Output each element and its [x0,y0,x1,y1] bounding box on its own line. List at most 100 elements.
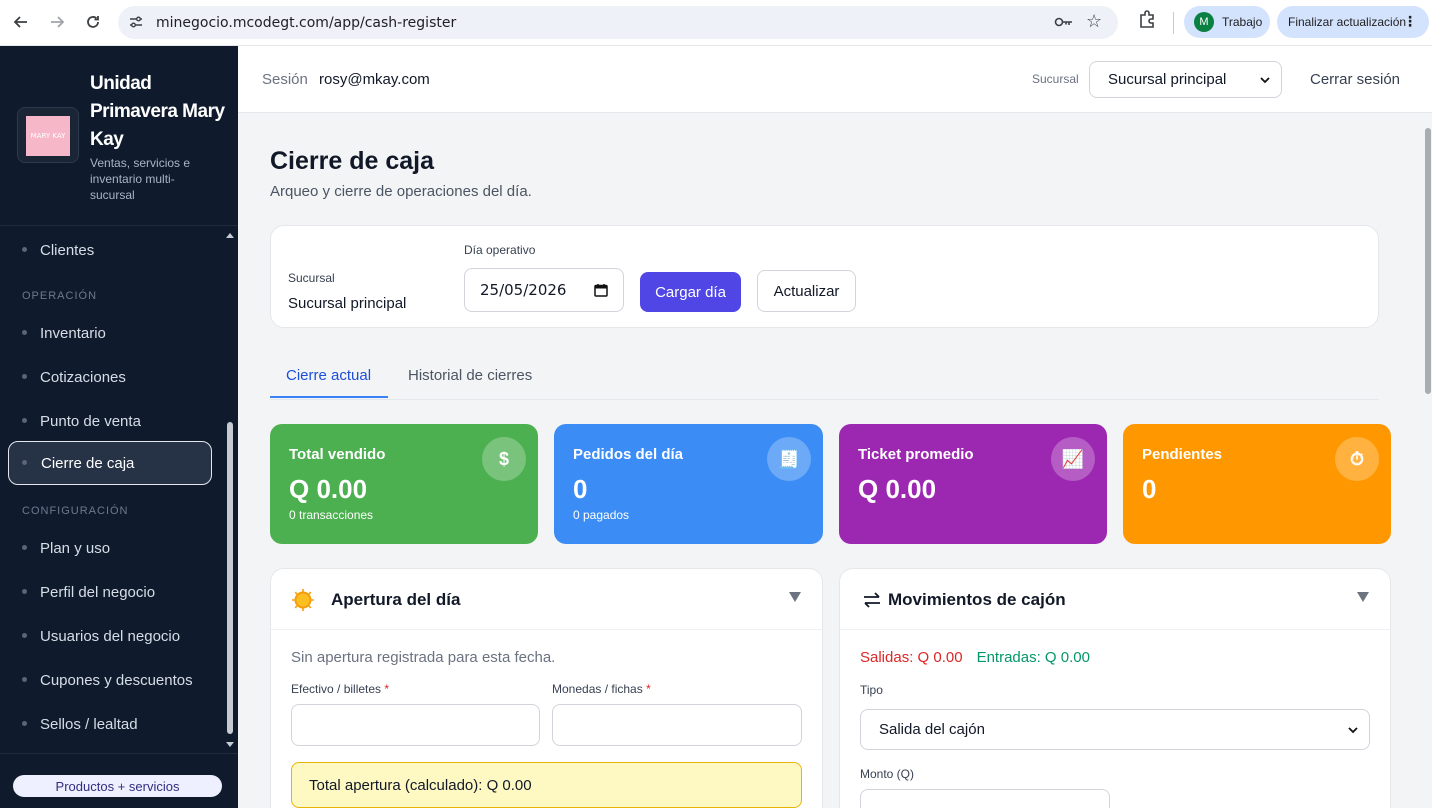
branch-label: Sucursal [1032,72,1079,86]
kpi-ticket-promedio: Ticket promedio Q 0.00 📈 [839,424,1107,544]
forward-arrow-icon[interactable] [43,8,71,36]
profile-chip[interactable]: M Trabajo [1184,6,1270,38]
movements-panel-header[interactable]: Movimientos de cajón [840,569,1390,630]
tab-historial[interactable]: Historial de cierres [408,367,532,384]
url-text: minegocio.mcodegt.com/app/cash-register [156,14,457,31]
coins-label-text: Monedas / fichas [552,682,643,696]
sidebar-item-usuarios[interactable]: Usuarios del negocio [8,614,212,658]
logo-image: MARY KAY [26,116,70,156]
kpi-pendientes: Pendientes 0 ⏱ [1123,424,1391,544]
required-mark: * [384,682,390,696]
reload-icon[interactable] [79,8,107,36]
update-button[interactable]: Finalizar actualización ⋮ [1277,6,1429,38]
chevron-down-icon [1348,727,1358,734]
opening-panel-header[interactable]: Apertura del día [271,569,822,630]
sidebar-item-label: Sellos / lealtad [40,715,138,733]
amount-input[interactable] [860,789,1110,808]
section-operacion: OPERACIÓN [22,290,98,302]
page-subtitle: Arqueo y cierre de operaciones del día. [270,183,532,200]
section-configuracion: CONFIGURACIÓN [22,505,129,517]
sidebar-item-sellos[interactable]: Sellos / lealtad [8,702,212,746]
sidebar-item-inventario[interactable]: Inventario [8,311,212,355]
products-services-button[interactable]: Productos + servicios [13,775,222,797]
sidebar-item-clientes[interactable]: Clientes [8,228,212,272]
operating-day-label: Día operativo [464,243,536,257]
bullet-dot [22,721,27,726]
sidebar-item-label: Plan y uso [40,539,111,557]
collapse-caret-icon[interactable] [1356,591,1370,603]
calendar-icon[interactable] [594,283,608,297]
scroll-up-icon[interactable] [224,230,236,240]
kpi-total-vendido: Total vendido Q 0.00 0 transacciones $ [270,424,538,544]
bullet-dot [22,545,27,550]
type-label: Tipo [860,683,883,697]
browser-toolbar: minegocio.mcodegt.com/app/cash-register … [0,0,1432,46]
sidebar-item-label: Perfil del negocio [40,583,156,601]
sidebar-item-label: Usuarios del negocio [40,627,181,645]
sidebar-item-plan-y-uso[interactable]: Plan y uso [8,526,212,570]
load-day-button[interactable]: Cargar día [640,272,741,312]
movement-type-value: Salida del cajón [879,721,985,738]
operating-day-input[interactable]: 25/05/2026 [464,268,624,312]
kpi-label: Pendientes [1142,446,1223,463]
profile-avatar: M [1194,12,1214,32]
sidebar-item-label: Inventario [40,324,106,342]
main-scroll-thumb[interactable] [1425,128,1431,394]
coins-label: Monedas / fichas * [552,682,651,696]
bullet-dot [22,247,27,252]
branch-select[interactable]: Sucursal principal [1089,61,1282,98]
toolbar-divider [1173,12,1174,34]
swap-arrows-icon [864,592,880,608]
filter-card: Sucursal Sucursal principal Día operativ… [270,225,1379,328]
tab-cierre-actual[interactable]: Cierre actual [286,367,371,384]
bookmark-star-icon[interactable]: ☆ [1086,11,1102,32]
more-vert-icon[interactable]: ⋮ [1403,13,1417,30]
sidebar: MARY KAY Unidad Primavera Mary Kay Venta… [0,46,238,808]
outflows-total: Salidas: Q 0.00 [860,649,963,666]
scroll-down-icon[interactable] [224,740,236,750]
stopwatch-icon: ⏱ [1335,437,1379,481]
password-key-icon[interactable] [1054,14,1074,30]
main-scrollbar[interactable] [1424,113,1432,808]
sidebar-footer: Productos + servicios [0,753,238,808]
bullet-dot [22,460,27,465]
cash-input[interactable] [291,704,540,746]
session-email: rosy@mkay.com [319,71,430,88]
update-label: Finalizar actualización [1288,15,1407,29]
logout-link[interactable]: Cerrar sesión [1310,71,1400,88]
opening-note: Sin apertura registrada para esta fecha. [291,649,556,666]
sidebar-item-perfil[interactable]: Perfil del negocio [8,570,212,614]
app-header: Sesión rosy@mkay.com Sucursal Sucursal p… [238,46,1432,113]
coins-input[interactable] [552,704,802,746]
movements-panel: Movimientos de cajón Salidas: Q 0.00 Entr… [839,568,1391,808]
kpi-subtext: 0 pagados [573,508,630,522]
page-title: Cierre de caja [270,147,434,175]
active-tab-indicator [270,396,388,398]
receipt-icon: 🧾 [767,437,811,481]
movement-totals: Salidas: Q 0.00 Entradas: Q 0.00 [860,649,1090,666]
sidebar-scroll-thumb[interactable] [227,422,233,734]
sidebar-item-cierre-de-caja[interactable]: Cierre de caja [8,441,212,485]
sidebar-item-punto-de-venta[interactable]: Punto de venta [8,399,212,443]
bullet-dot [22,677,27,682]
operating-day-value: 25/05/2026 [480,281,567,299]
kpi-value: 0 [1142,474,1157,504]
chevron-down-icon [1260,77,1270,84]
bullet-dot [22,633,27,638]
opening-panel: Apertura del día Sin apertura registrada… [270,568,823,808]
dollar-icon: $ [482,437,526,481]
site-settings-icon[interactable] [128,14,144,30]
sidebar-item-cotizaciones[interactable]: Cotizaciones [8,355,212,399]
collapse-caret-icon[interactable] [788,591,802,603]
movement-type-select[interactable]: Salida del cajón [860,709,1370,750]
business-tagline: Ventas, servicios e inventario multi-suc… [90,156,191,202]
address-bar[interactable]: minegocio.mcodegt.com/app/cash-register … [118,6,1118,39]
bullet-dot [22,418,27,423]
back-arrow-icon[interactable] [7,8,35,36]
bullet-dot [22,589,27,594]
sidebar-scrollbar[interactable] [224,228,236,748]
extensions-icon[interactable] [1138,10,1156,28]
refresh-button[interactable]: Actualizar [757,270,856,312]
sidebar-item-cupones[interactable]: Cupones y descuentos [8,658,212,702]
filter-branch-value: Sucursal principal [288,295,407,312]
